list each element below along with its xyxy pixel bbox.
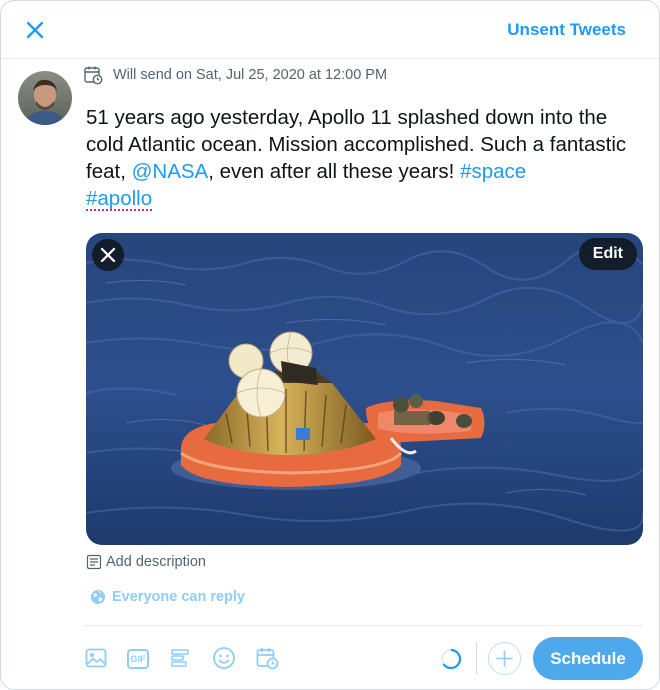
poll-icon[interactable]	[169, 646, 193, 670]
remove-media-button[interactable]	[92, 239, 124, 271]
add-tweet-button[interactable]	[488, 642, 521, 675]
tweet-text-part: , even after all these years!	[208, 160, 461, 183]
scheduled-time: Will send on Sat, Jul 25, 2020 at 12:00 …	[83, 65, 387, 85]
close-icon[interactable]	[21, 16, 49, 44]
reply-settings-button[interactable]: Everyone can reply	[90, 588, 245, 606]
scheduled-text: Will send on Sat, Jul 25, 2020 at 12:00 …	[113, 67, 388, 83]
schedule-button[interactable]: Schedule	[533, 637, 643, 680]
attached-photo: Edit	[86, 233, 643, 545]
hashtag-space: #space	[460, 160, 527, 183]
tweet-text-input[interactable]: 51 years ago yesterday, Apollo 11 splash…	[86, 104, 631, 212]
add-description-label: Add description	[106, 554, 206, 570]
media-icon[interactable]	[84, 646, 108, 670]
plus-icon	[496, 650, 513, 667]
unsent-tweets-link[interactable]: Unsent Tweets	[507, 20, 626, 40]
toolbar-separator	[476, 642, 477, 674]
gif-icon[interactable]: GIF	[127, 649, 149, 669]
reply-setting-label: Everyone can reply	[112, 589, 245, 605]
apollo-splashdown-photo	[86, 233, 643, 545]
close-icon	[100, 247, 116, 263]
modal-header: Unsent Tweets	[1, 1, 659, 59]
emoji-icon[interactable]	[212, 646, 236, 670]
character-count-ring-icon	[439, 647, 463, 671]
toolbar-divider	[83, 625, 643, 626]
hashtag-apollo: #apollo	[86, 187, 153, 210]
globe-icon	[91, 590, 105, 604]
document-icon	[86, 554, 102, 570]
edit-media-button[interactable]: Edit	[578, 238, 637, 270]
avatar[interactable]	[18, 71, 72, 125]
add-description-button[interactable]: Add description	[86, 553, 206, 571]
schedule-icon[interactable]	[255, 646, 279, 670]
calendar-clock-icon	[84, 66, 103, 85]
schedule-tweet-modal: Unsent Tweets Will send on Sat, Jul 25, …	[0, 0, 660, 690]
mention-nasa: @NASA	[131, 160, 209, 183]
